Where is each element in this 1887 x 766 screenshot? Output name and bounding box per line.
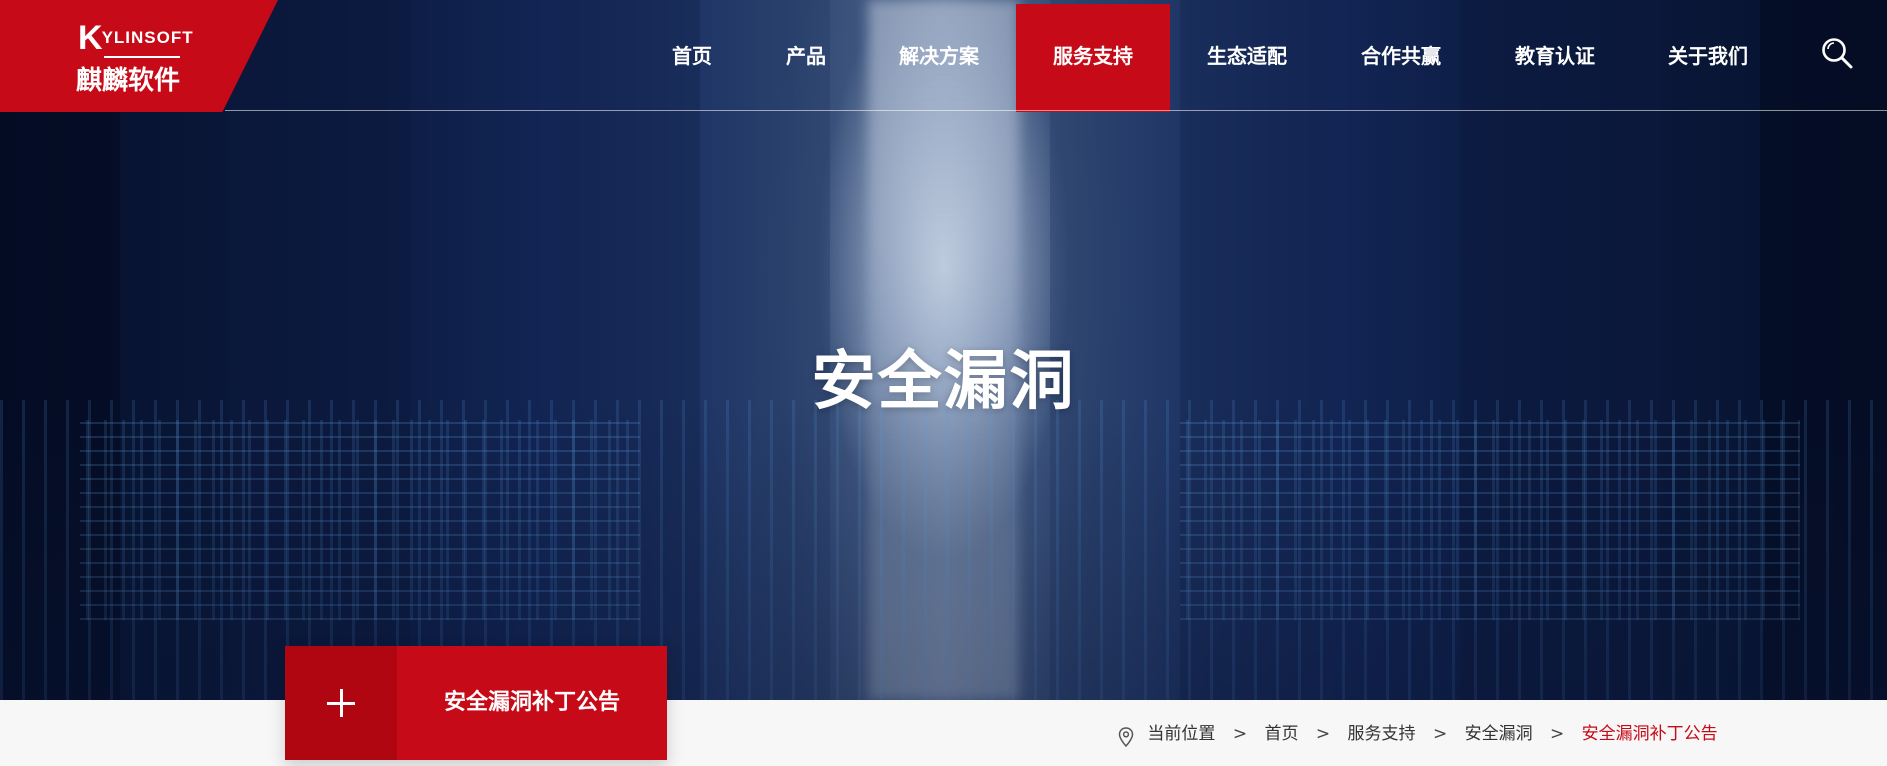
nav-item-service-support[interactable]: 服务支持 <box>1016 4 1170 112</box>
plus-icon[interactable] <box>285 646 397 760</box>
logo-text-cn: 麒麟软件 <box>76 66 181 96</box>
category-label: 安全漏洞补丁公告 <box>443 690 620 715</box>
header-divider <box>225 110 1887 111</box>
breadcrumb: 当前位置 > 首页 > 服务支持 > 安全漏洞 > 安全漏洞补丁公告 <box>1118 716 1718 752</box>
breadcrumb-separator: > <box>1232 724 1248 744</box>
breadcrumb-item-home[interactable]: 首页 <box>1264 716 1298 752</box>
location-pin-icon <box>1118 724 1134 748</box>
nav-item-about[interactable]: 关于我们 <box>1632 0 1784 112</box>
hero-floor <box>0 400 1887 700</box>
breadcrumb-separator: > <box>1315 724 1331 744</box>
nav-item-education[interactable]: 教育认证 <box>1479 0 1631 112</box>
nav-item-solutions[interactable]: 解决方案 <box>863 0 1015 112</box>
breadcrumb-separator: > <box>1550 724 1565 744</box>
logo-text-en: KYLINSOFT <box>78 19 194 57</box>
breadcrumb-item-security-vulnerability[interactable]: 安全漏洞 <box>1465 716 1533 752</box>
page-title: 安全漏洞 <box>811 345 1076 419</box>
nav-item-cooperation[interactable]: 合作共赢 <box>1325 0 1477 112</box>
nav-item-products[interactable]: 产品 <box>730 0 882 112</box>
nav-item-ecosystem[interactable]: 生态适配 <box>1171 0 1323 112</box>
search-icon[interactable] <box>1820 36 1854 70</box>
logo[interactable]: KYLINSOFT 麒麟软件 <box>0 0 278 112</box>
breadcrumb-separator: > <box>1432 724 1448 744</box>
breadcrumb-current: 安全漏洞补丁公告 <box>1581 724 1718 744</box>
breadcrumb-item-service-support[interactable]: 服务支持 <box>1348 716 1416 752</box>
breadcrumb-prefix: 当前位置 <box>1147 724 1216 744</box>
logo-divider <box>104 56 180 58</box>
category-tab[interactable]: 安全漏洞补丁公告 <box>285 646 667 760</box>
site-header: KYLINSOFT 麒麟软件 首页 产品 解决方案 服务支持 生态适配 合作共赢… <box>0 0 1887 112</box>
